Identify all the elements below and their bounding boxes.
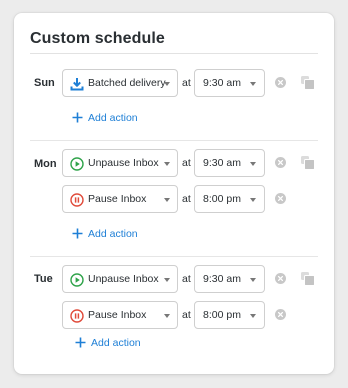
time-value: 8:00 pm — [203, 309, 241, 321]
remove-action-button[interactable] — [275, 309, 286, 320]
chevron-down-icon — [164, 314, 170, 318]
time-value: 9:30 am — [203, 273, 241, 285]
action-label: Batched delivery — [88, 77, 166, 89]
time-value: 9:30 am — [203, 77, 241, 89]
copy-action-button[interactable] — [301, 156, 315, 170]
download-tray-icon — [70, 78, 84, 91]
close-icon — [277, 79, 284, 86]
day-divider — [30, 256, 318, 257]
action-label: Unpause Inbox — [88, 157, 159, 169]
day-label-sun: Sun — [34, 77, 55, 89]
action-select-mon-1[interactable]: Unpause Inbox — [62, 149, 178, 177]
action-label: Pause Inbox — [88, 309, 147, 321]
pause-circle-icon — [70, 193, 84, 207]
day-label-mon: Mon — [34, 158, 57, 170]
close-icon — [277, 311, 284, 318]
time-value: 8:00 pm — [203, 193, 241, 205]
play-circle-icon — [70, 273, 84, 287]
play-circle-icon — [70, 157, 84, 171]
chevron-down-icon — [164, 278, 170, 282]
time-select-sun-1[interactable]: 9:30 am — [194, 69, 265, 97]
at-label: at — [182, 273, 191, 285]
action-label: Unpause Inbox — [88, 273, 159, 285]
remove-action-button[interactable] — [275, 273, 286, 284]
custom-schedule-card: Custom schedule Sun Batched delivery at … — [14, 13, 334, 374]
remove-action-button[interactable] — [275, 77, 286, 88]
remove-action-button[interactable] — [275, 157, 286, 168]
add-action-label: Add action — [88, 228, 138, 240]
title-divider — [30, 53, 318, 54]
time-select-mon-1[interactable]: 9:30 am — [194, 149, 265, 177]
day-label-tue: Tue — [34, 273, 53, 285]
close-icon — [277, 159, 284, 166]
plus-icon — [75, 337, 86, 348]
at-label: at — [182, 77, 191, 89]
pause-circle-icon — [70, 309, 84, 323]
close-icon — [277, 275, 284, 282]
time-select-tue-2[interactable]: 8:00 pm — [194, 301, 265, 329]
time-select-tue-1[interactable]: 9:30 am — [194, 265, 265, 293]
plus-icon — [72, 228, 83, 239]
action-select-mon-2[interactable]: Pause Inbox — [62, 185, 178, 213]
chevron-down-icon — [164, 162, 170, 166]
action-select-tue-1[interactable]: Unpause Inbox — [62, 265, 178, 293]
plus-icon — [72, 112, 83, 123]
time-value: 9:30 am — [203, 157, 241, 169]
chevron-down-icon — [250, 314, 256, 318]
chevron-down-icon — [250, 278, 256, 282]
at-label: at — [182, 157, 191, 169]
at-label: at — [182, 193, 191, 205]
action-select-tue-2[interactable]: Pause Inbox — [62, 301, 178, 329]
copy-action-button[interactable] — [301, 272, 315, 286]
action-select-sun-1[interactable]: Batched delivery — [62, 69, 178, 97]
add-action-label: Add action — [88, 112, 138, 124]
at-label: at — [182, 309, 191, 321]
add-action-label: Add action — [91, 337, 141, 349]
remove-action-button[interactable] — [275, 193, 286, 204]
day-divider — [30, 140, 318, 141]
close-icon — [277, 195, 284, 202]
chevron-down-icon — [250, 82, 256, 86]
copy-action-button[interactable] — [301, 76, 315, 90]
card-title: Custom schedule — [30, 30, 165, 47]
chevron-down-icon — [164, 198, 170, 202]
time-select-mon-2[interactable]: 8:00 pm — [194, 185, 265, 213]
chevron-down-icon — [250, 198, 256, 202]
action-label: Pause Inbox — [88, 193, 147, 205]
chevron-down-icon — [164, 82, 170, 86]
chevron-down-icon — [250, 162, 256, 166]
